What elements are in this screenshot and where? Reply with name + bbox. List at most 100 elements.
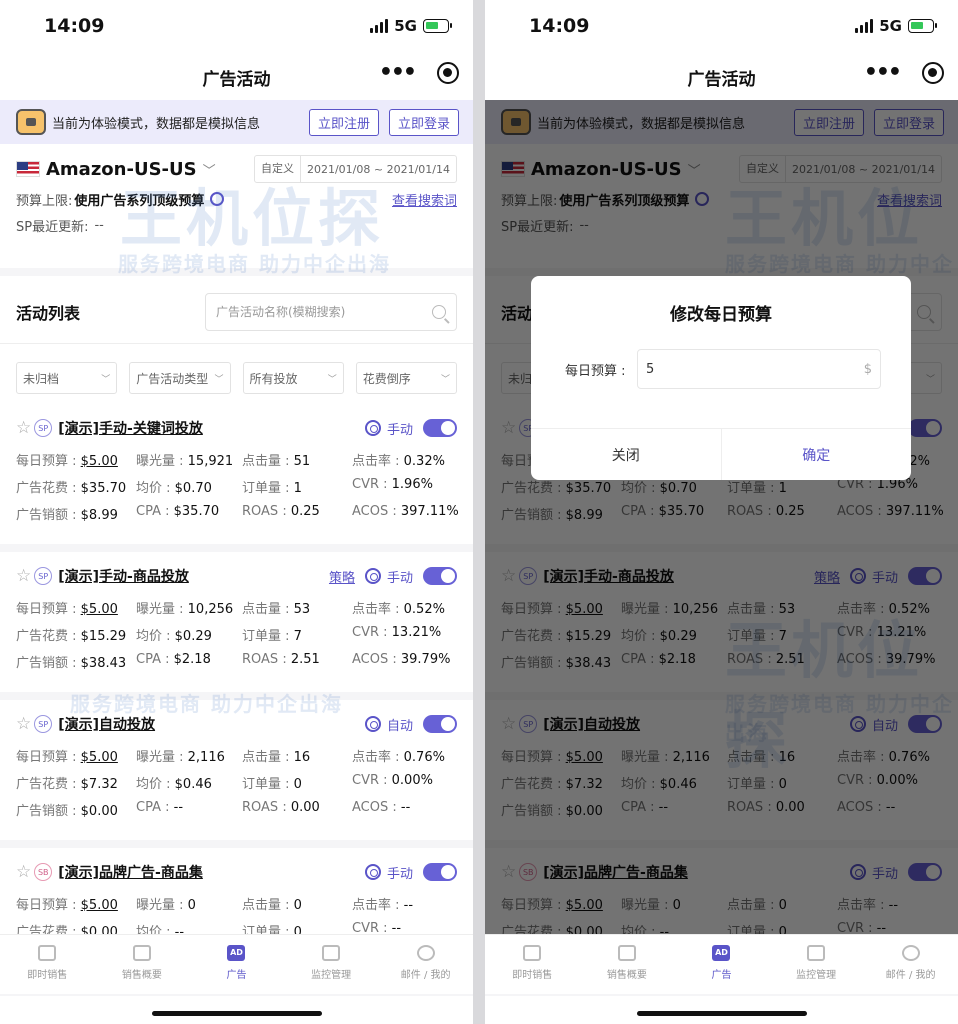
metric-impressions: 曝光量 : 15,921 bbox=[136, 454, 234, 469]
chevron-down-icon: ﹀ bbox=[440, 374, 450, 385]
user-icon bbox=[416, 945, 435, 961]
filter-type[interactable]: 广告活动类型﹀ bbox=[129, 362, 231, 394]
campaign-toggle[interactable] bbox=[423, 863, 457, 881]
metric-spend: 广告花费 : $35.70 bbox=[16, 481, 127, 496]
chevron-down-icon[interactable]: ﹀ bbox=[203, 160, 216, 179]
campaign-mode: 手动 bbox=[386, 422, 413, 438]
campaign-mode: 手动 bbox=[386, 570, 413, 586]
gear-icon[interactable] bbox=[364, 716, 381, 732]
monitor-icon bbox=[322, 945, 341, 961]
campaign-name[interactable]: [演示]手动-商品投放 bbox=[58, 566, 189, 586]
dialog-title: 修改每日预算 bbox=[670, 305, 772, 325]
campaign-mode: 手动 bbox=[386, 866, 413, 882]
campaign-card[interactable]: ☆ SP [演示]自动投放 自动 每日预算 : $5.00 曝光量 : 2,11… bbox=[0, 700, 473, 848]
close-miniprogram-icon[interactable] bbox=[437, 62, 459, 84]
screenshot-stage: 14:09 5G 广告活动 ••• 当前为体验模式，数据都是模拟信息 立即注册 … bbox=[0, 0, 958, 1024]
login-button[interactable]: 立即登录 bbox=[388, 108, 459, 136]
filter-archive[interactable]: 未归档﹀ bbox=[16, 362, 118, 394]
gear-icon[interactable] bbox=[210, 192, 225, 206]
metric-cpa: CPA : $35.70 bbox=[136, 504, 220, 519]
register-button[interactable]: 立即注册 bbox=[308, 108, 379, 136]
tab-sales-summary[interactable]: 销售概要 bbox=[580, 935, 675, 994]
metric-clicks: 点击量 : 53 bbox=[242, 602, 311, 617]
star-icon[interactable]: ☆ bbox=[16, 714, 31, 734]
more-icon[interactable]: ••• bbox=[864, 62, 902, 84]
campaign-toggle[interactable] bbox=[423, 567, 457, 585]
gear-icon[interactable] bbox=[364, 420, 381, 436]
strategy-link[interactable]: 策略 bbox=[329, 567, 355, 586]
campaign-list: ☆ SP [演示]手动-关键词投放 手动 每日预算 : $5.00 曝光量 : … bbox=[0, 404, 473, 996]
battery-icon bbox=[908, 19, 937, 33]
modal-overlay[interactable] bbox=[485, 100, 958, 934]
sp-update-value: -- bbox=[94, 217, 104, 233]
chevron-down-icon: ﹀ bbox=[327, 374, 337, 385]
campaign-toggle[interactable] bbox=[423, 715, 457, 733]
star-icon[interactable]: ☆ bbox=[16, 418, 31, 438]
date-range[interactable]: 2021/01/08 ~ 2021/01/14 bbox=[301, 163, 456, 176]
metric-daily-budget[interactable]: 每日预算 : $5.00 bbox=[16, 450, 136, 469]
metric-ctr: 点击率 : 0.52% bbox=[352, 602, 445, 617]
star-icon[interactable]: ☆ bbox=[16, 566, 31, 586]
divider bbox=[0, 268, 473, 276]
status-bar: 14:09 5G bbox=[485, 0, 958, 52]
sp-update-label: SP最近更新: bbox=[16, 219, 89, 235]
tab-monitoring[interactable]: 监控管理 bbox=[284, 935, 379, 994]
nav-bar: 广告活动 ••• bbox=[485, 52, 958, 100]
monitor-icon bbox=[807, 945, 826, 961]
search-icon[interactable] bbox=[432, 304, 446, 319]
metric-impressions: 曝光量 : 0 bbox=[136, 898, 196, 913]
metric-sales: 广告销额 : $8.99 bbox=[16, 508, 118, 523]
edit-daily-budget-dialog: 修改每日预算 每日预算 : 5 $ 关闭 确定 bbox=[531, 276, 911, 480]
tab-mail-me[interactable]: 邮件 / 我的 bbox=[863, 935, 958, 994]
list-title: 活动列表 bbox=[16, 303, 81, 323]
metric-impressions: 曝光量 : 10,256 bbox=[136, 602, 234, 617]
close-miniprogram-icon[interactable] bbox=[922, 62, 944, 84]
star-icon[interactable]: ☆ bbox=[16, 862, 31, 882]
close-button[interactable]: 关闭 bbox=[531, 429, 722, 480]
metric-cpa: CPA : $2.18 bbox=[136, 652, 211, 667]
list-header: 活动列表 广告活动名称(模糊搜索) bbox=[0, 280, 473, 344]
metric-daily-budget[interactable]: 每日预算 : $5.00 bbox=[16, 598, 136, 617]
trial-banner: 当前为体验模式，数据都是模拟信息 立即注册 立即登录 bbox=[0, 100, 473, 144]
budget-value: 使用广告系列顶级预算 bbox=[74, 193, 205, 209]
view-search-terms-link[interactable]: 查看搜索词 bbox=[392, 190, 457, 209]
search-input[interactable]: 广告活动名称(模糊搜索) bbox=[205, 292, 457, 331]
campaign-name[interactable]: [演示]手动-关键词投放 bbox=[58, 418, 203, 438]
metric-spend: 广告花费 : $7.32 bbox=[16, 777, 118, 792]
tab-bar: 即时销售 销售概要 AD 广告 监控管理 邮件 / 我的 bbox=[485, 934, 958, 994]
date-picker[interactable]: 自定义 2021/01/08 ~ 2021/01/14 bbox=[253, 155, 457, 183]
more-icon[interactable]: ••• bbox=[379, 62, 417, 84]
tab-mail-me[interactable]: 邮件 / 我的 bbox=[378, 935, 473, 994]
metric-orders: 订单量 : 7 bbox=[242, 629, 302, 644]
tab-realtime-sales[interactable]: 即时销售 bbox=[485, 935, 580, 994]
metric-daily-budget[interactable]: 每日预算 : $5.00 bbox=[16, 746, 136, 765]
chevron-down-icon: ﹀ bbox=[101, 374, 111, 385]
campaign-card[interactable]: ☆ SP [演示]手动-关键词投放 手动 每日预算 : $5.00 曝光量 : … bbox=[0, 404, 473, 552]
screen-gap bbox=[473, 0, 485, 1024]
gear-icon[interactable] bbox=[364, 864, 381, 880]
campaign-name[interactable]: [演示]品牌广告-商品集 bbox=[58, 862, 203, 882]
gear-icon[interactable] bbox=[364, 568, 381, 584]
campaign-card[interactable]: ☆ SP [演示]手动-商品投放 策略 手动 每日预算 : $5.00 曝光量 … bbox=[0, 552, 473, 700]
home-indicator bbox=[636, 1011, 807, 1016]
campaign-name[interactable]: [演示]自动投放 bbox=[58, 714, 155, 734]
filter-sort[interactable]: 花费倒序﹀ bbox=[355, 362, 457, 394]
date-mode[interactable]: 自定义 bbox=[255, 155, 301, 183]
metric-sales: 广告销额 : $38.43 bbox=[16, 656, 127, 671]
metric-daily-budget[interactable]: 每日预算 : $5.00 bbox=[16, 894, 136, 913]
tab-monitoring[interactable]: 监控管理 bbox=[769, 935, 864, 994]
tab-ads[interactable]: AD 广告 bbox=[189, 935, 284, 994]
nav-bar: 广告活动 ••• bbox=[0, 52, 473, 100]
chevron-down-icon: ﹀ bbox=[214, 374, 224, 385]
daily-budget-input[interactable]: 5 $ bbox=[637, 349, 881, 389]
filter-targeting[interactable]: 所有投放﹀ bbox=[242, 362, 344, 394]
store-selector[interactable]: Amazon-US-US bbox=[46, 159, 197, 180]
campaign-toggle[interactable] bbox=[423, 419, 457, 437]
tab-realtime-sales[interactable]: 即时销售 bbox=[0, 935, 95, 994]
daily-budget-value[interactable]: 5 bbox=[646, 362, 864, 377]
tab-ads[interactable]: AD 广告 bbox=[674, 935, 769, 994]
confirm-button[interactable]: 确定 bbox=[722, 429, 912, 480]
metric-clicks: 点击量 : 51 bbox=[242, 454, 311, 469]
tab-sales-summary[interactable]: 销售概要 bbox=[95, 935, 190, 994]
metric-acos: ACOS : 397.11% bbox=[352, 504, 459, 519]
